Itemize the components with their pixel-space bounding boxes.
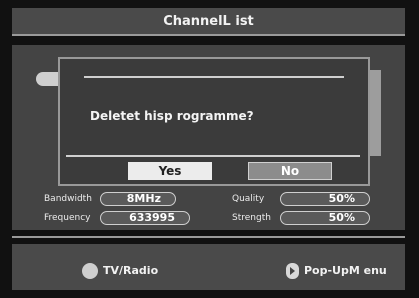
bandwidth-value: 8MHz: [100, 192, 176, 206]
frequency-value: 633995: [100, 211, 190, 225]
dialog-divider: [66, 155, 360, 157]
quality-value: 50%: [280, 192, 370, 206]
dialog-message: Deletet hisp rogramme?: [90, 109, 254, 123]
page-title: ChannelL ist: [12, 8, 405, 36]
strength-label: Strength: [232, 213, 271, 223]
tv-radio-label[interactable]: TV/Radio: [103, 264, 158, 277]
play-button-icon[interactable]: [286, 263, 299, 279]
delete-confirm-dialog: Deletet hisp rogramme? Yes No: [58, 57, 370, 186]
yes-button[interactable]: Yes: [128, 162, 212, 180]
page-title-text: ChannelL ist: [163, 13, 254, 29]
quality-label: Quality: [232, 194, 265, 204]
frequency-label: Frequency: [44, 213, 91, 223]
circle-button-icon[interactable]: [82, 263, 98, 279]
bandwidth-label: Bandwidth: [44, 194, 92, 204]
strength-value: 50%: [280, 211, 370, 225]
dialog-divider-top: [84, 76, 344, 78]
footer-divider: [12, 236, 405, 238]
popup-menu-label[interactable]: Pop-UpM enu: [304, 264, 387, 277]
no-button[interactable]: No: [248, 162, 332, 180]
tv-screen: ChannelL ist Deletet hisp rogramme? Yes …: [0, 0, 419, 298]
